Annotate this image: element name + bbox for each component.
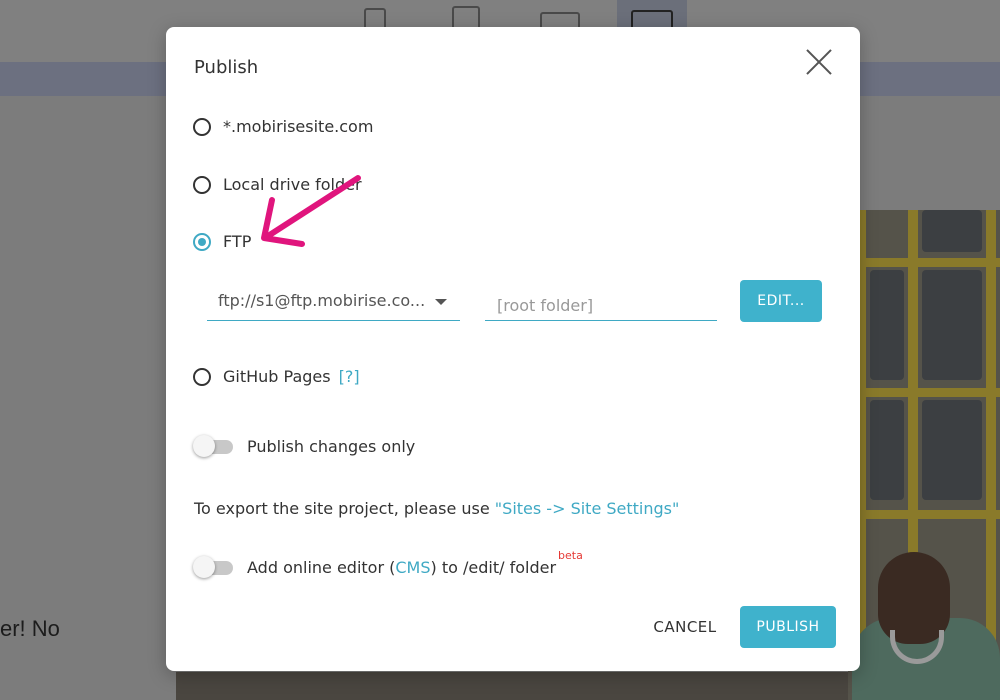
publish-changes-only-row: Publish changes only bbox=[193, 435, 415, 457]
background-strip bbox=[176, 672, 848, 700]
site-settings-link[interactable]: "Sites -> Site Settings" bbox=[495, 499, 680, 518]
background-page-text: er! No bbox=[0, 616, 60, 641]
cms-row: Add online editor (CMS) to /edit/ folder… bbox=[193, 549, 583, 578]
radio-ftp[interactable] bbox=[193, 232, 211, 251]
publish-dialog: Publish *.mobirisesite.com Local drive f… bbox=[166, 27, 860, 671]
option-label-local-drive: Local drive folder bbox=[223, 175, 362, 194]
export-note: To export the site project, please use "… bbox=[194, 499, 679, 518]
radio-mobirisesite[interactable] bbox=[193, 117, 211, 136]
ftp-server-select[interactable]: ftp://s1@ftp.mobirise.co... bbox=[207, 284, 460, 321]
option-label-mobirisesite: *.mobirisesite.com bbox=[223, 117, 374, 136]
publish-changes-only-label: Publish changes only bbox=[247, 436, 416, 456]
cms-link[interactable]: CMS bbox=[395, 558, 430, 577]
publish-button[interactable]: PUBLISH bbox=[740, 606, 836, 648]
edit-ftp-button[interactable]: EDIT... bbox=[740, 280, 822, 322]
root-folder-input[interactable] bbox=[485, 284, 717, 321]
cms-label-prefix: Add online editor ( bbox=[247, 557, 396, 577]
option-local-drive[interactable]: Local drive folder bbox=[193, 175, 362, 194]
ftp-server-value: ftp://s1@ftp.mobirise.co... bbox=[218, 291, 426, 310]
option-github-pages[interactable]: GitHub Pages [?] bbox=[193, 367, 360, 386]
beta-badge: beta bbox=[558, 548, 583, 562]
option-label-ftp: FTP bbox=[223, 232, 252, 251]
close-icon[interactable] bbox=[804, 47, 834, 77]
github-help-link[interactable]: [?] bbox=[339, 367, 360, 386]
cms-toggle[interactable] bbox=[193, 556, 235, 578]
radio-github-pages[interactable] bbox=[193, 367, 211, 386]
dialog-title: Publish bbox=[194, 57, 259, 78]
option-label-github-pages: GitHub Pages bbox=[223, 367, 331, 386]
cancel-button[interactable]: CANCEL bbox=[640, 607, 730, 647]
cms-label-suffix: ) to /edit/ folder bbox=[430, 557, 557, 577]
radio-local-drive[interactable] bbox=[193, 175, 211, 194]
option-mobirisesite[interactable]: *.mobirisesite.com bbox=[193, 117, 373, 136]
chevron-down-icon[interactable] bbox=[435, 299, 447, 305]
publish-changes-only-toggle[interactable] bbox=[193, 435, 235, 457]
option-ftp[interactable]: FTP bbox=[193, 232, 251, 251]
cms-label: Add online editor (CMS) to /edit/ folder… bbox=[247, 549, 583, 577]
export-note-text: To export the site project, please use bbox=[194, 499, 495, 518]
